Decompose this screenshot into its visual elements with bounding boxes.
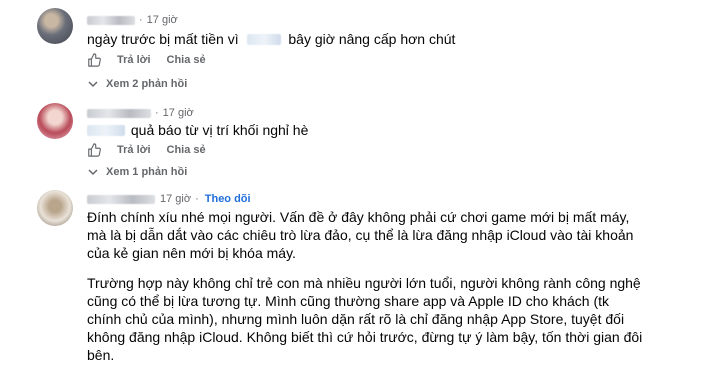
- avatar[interactable]: [37, 190, 73, 226]
- comment-text: ngày trước bị mất tiền vì bây giờ nâng c…: [87, 30, 455, 48]
- redacted-text: [246, 34, 281, 45]
- reply-button[interactable]: Trả lời: [117, 144, 151, 156]
- comment-actions: Trả lời Chia sẻ: [87, 53, 206, 67]
- avatar[interactable]: [37, 8, 73, 44]
- comment-actions: Trả lời Chia sẻ: [87, 143, 206, 157]
- comment-time[interactable]: 17 giờ: [147, 14, 178, 26]
- comment-paragraph: Trường hợp này không chỉ trẻ con mà nhiề…: [87, 275, 643, 363]
- author-name-redacted[interactable]: [87, 194, 155, 204]
- author-name-redacted[interactable]: [87, 15, 135, 25]
- comment-meta: · 17 giờ: [87, 14, 178, 26]
- comment-text-part: quả báo từ vị trí khối nghỉ hè: [130, 122, 309, 138]
- avatar[interactable]: [37, 103, 73, 139]
- view-replies-label: Xem 1 phản hồi: [106, 166, 188, 178]
- redacted-text: [87, 125, 125, 136]
- follow-button[interactable]: Theo dõi: [205, 193, 251, 205]
- comment-meta: · 17 giờ: [87, 107, 194, 119]
- view-replies-button[interactable]: Xem 1 phản hồi: [88, 166, 187, 178]
- comment-time[interactable]: 17 giờ: [163, 107, 194, 119]
- comment-time[interactable]: 17 giờ: [160, 193, 191, 205]
- view-replies-button[interactable]: Xem 2 phản hồi: [88, 78, 187, 90]
- chevron-down-icon: [88, 169, 98, 176]
- reply-button[interactable]: Trả lời: [117, 54, 151, 66]
- author-name-redacted[interactable]: [87, 108, 151, 118]
- view-replies-label: Xem 2 phản hồi: [106, 78, 188, 90]
- share-button[interactable]: Chia sẻ: [167, 54, 206, 66]
- comment-text-part: bây giờ nâng cấp hơn chút: [288, 31, 456, 47]
- chevron-down-icon: [88, 81, 98, 88]
- share-button[interactable]: Chia sẻ: [167, 144, 206, 156]
- thumbs-up-icon[interactable]: [87, 53, 101, 67]
- comment-text-part: ngày trước bị mất tiền vì: [87, 31, 239, 47]
- comment-meta: 17 giờ · Theo dõi: [87, 193, 251, 205]
- thumbs-up-icon[interactable]: [87, 143, 101, 157]
- comment-paragraph: Đính chính xíu nhé mọi người. Vấn đề ở đ…: [87, 209, 634, 261]
- comment-text: Đính chính xíu nhé mọi người. Vấn đề ở đ…: [87, 208, 647, 364]
- comment-text: quả báo từ vị trí khối nghỉ hè: [87, 121, 308, 139]
